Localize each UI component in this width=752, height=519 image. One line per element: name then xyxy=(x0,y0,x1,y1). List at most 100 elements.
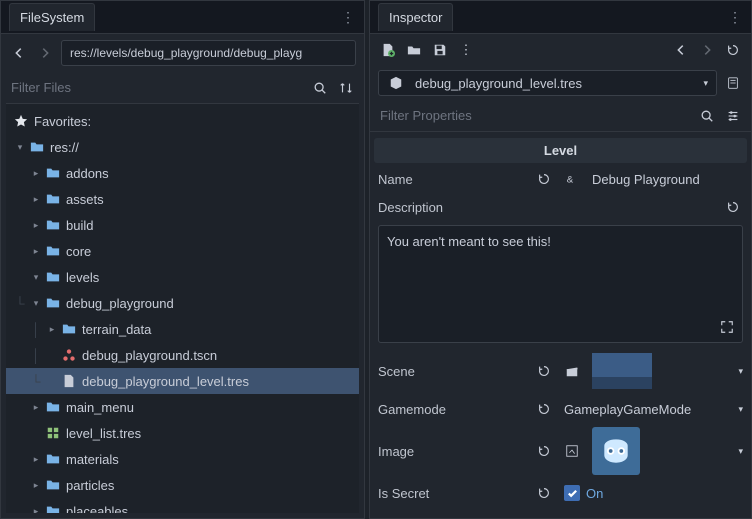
folder-label: assets xyxy=(66,192,104,207)
gamemode-value: GameplayGameMode xyxy=(564,402,691,417)
prop-label: Description xyxy=(378,200,534,215)
revert-icon[interactable] xyxy=(534,399,554,419)
chevron-down-icon[interactable]: ▾ xyxy=(12,142,28,153)
revert-icon[interactable] xyxy=(534,441,554,461)
history-forward-icon[interactable] xyxy=(697,40,717,60)
prop-description: Description xyxy=(370,193,751,221)
resource-name: debug_playground_level.tres xyxy=(415,76,582,91)
nav-forward-icon[interactable] xyxy=(35,43,55,63)
file-label: debug_playground.tscn xyxy=(82,348,217,363)
folder-icon xyxy=(44,478,62,492)
folder-label: build xyxy=(66,218,93,233)
resource-selector-row: debug_playground_level.tres ▾ xyxy=(370,66,751,100)
is-secret-value[interactable]: On xyxy=(564,485,743,501)
chevron-right-icon[interactable]: ▸ xyxy=(28,402,44,413)
image-dropdown[interactable]: ▾ xyxy=(592,427,743,475)
file-icon xyxy=(60,374,78,388)
file-level-list[interactable]: level_list.tres xyxy=(6,420,359,446)
folder-materials[interactable]: ▸ materials xyxy=(6,446,359,472)
edit-image-icon[interactable] xyxy=(562,441,582,461)
prop-name: Name & Debug Playground xyxy=(370,165,751,193)
chevron-down-icon[interactable]: ▾ xyxy=(28,298,44,309)
prop-image: Image ▾ xyxy=(370,423,751,479)
localize-icon[interactable]: & xyxy=(562,169,582,189)
section-header[interactable]: Level xyxy=(374,138,747,163)
folder-assets[interactable]: ▸ assets xyxy=(6,186,359,212)
docs-icon[interactable] xyxy=(723,73,743,93)
open-resource-icon[interactable] xyxy=(404,40,424,60)
search-icon[interactable] xyxy=(697,106,717,126)
checkbox-checked-icon[interactable] xyxy=(564,485,580,501)
expand-icon[interactable] xyxy=(720,320,734,334)
chevron-right-icon[interactable]: ▸ xyxy=(28,194,44,205)
prop-gamemode: Gamemode GameplayGameMode ▾ xyxy=(370,395,751,423)
description-text: You aren't meant to see this! xyxy=(387,234,551,249)
filter-properties-input[interactable] xyxy=(378,104,691,127)
inspector-tab[interactable]: Inspector xyxy=(378,3,453,31)
chevron-right-icon[interactable]: ▸ xyxy=(44,324,60,335)
resource-field[interactable]: debug_playground_level.tres ▾ xyxy=(378,70,717,96)
tree-root[interactable]: ▾ res:// xyxy=(6,134,359,160)
filesystem-header: FileSystem ⋮ xyxy=(1,1,364,34)
history-back-icon[interactable] xyxy=(671,40,691,60)
folder-icon xyxy=(44,504,62,513)
folder-label: debug_playground xyxy=(66,296,174,311)
chevron-down-icon: ▾ xyxy=(738,404,743,415)
settings-icon[interactable] xyxy=(723,106,743,126)
folder-terrain-data[interactable]: │▸ terrain_data xyxy=(6,316,359,342)
folder-addons[interactable]: ▸ addons xyxy=(6,160,359,186)
chevron-right-icon[interactable]: ▸ xyxy=(28,480,44,491)
revert-icon[interactable] xyxy=(534,361,554,381)
filter-files-input[interactable] xyxy=(9,76,304,99)
description-textarea[interactable]: You aren't meant to see this! xyxy=(378,225,743,343)
scene-icon xyxy=(60,348,78,362)
panel-menu-icon[interactable]: ⋮ xyxy=(728,9,743,26)
chevron-right-icon[interactable]: ▸ xyxy=(28,246,44,257)
revert-icon[interactable] xyxy=(534,169,554,189)
more-icon[interactable]: ⋮ xyxy=(456,40,476,60)
sort-icon[interactable] xyxy=(336,78,356,98)
inspector-header: Inspector ⋮ xyxy=(370,1,751,34)
nav-back-icon[interactable] xyxy=(9,43,29,63)
prop-is-secret: Is Secret On xyxy=(370,479,751,507)
folder-core[interactable]: ▸ core xyxy=(6,238,359,264)
gamemode-dropdown[interactable]: GameplayGameMode ▾ xyxy=(564,402,743,417)
folder-placeables[interactable]: ▸ placeables xyxy=(6,498,359,513)
save-icon[interactable] xyxy=(430,40,450,60)
folder-icon xyxy=(44,218,62,232)
revert-icon[interactable] xyxy=(723,197,743,217)
folder-particles[interactable]: ▸ particles xyxy=(6,472,359,498)
folder-debug-playground[interactable]: └▾ debug_playground xyxy=(6,290,359,316)
scene-dropdown[interactable]: ▾ xyxy=(592,353,743,389)
chevron-down-icon[interactable]: ▾ xyxy=(28,272,44,283)
panel-menu-icon[interactable]: ⋮ xyxy=(341,9,356,26)
folder-build[interactable]: ▸ build xyxy=(6,212,359,238)
chevron-down-icon: ▾ xyxy=(738,446,743,457)
resource-grid-icon xyxy=(44,426,62,440)
favorites-header[interactable]: Favorites: xyxy=(6,108,359,134)
new-resource-icon[interactable] xyxy=(378,40,398,60)
clapper-icon[interactable] xyxy=(562,361,582,381)
name-value[interactable]: Debug Playground xyxy=(592,172,743,187)
folder-levels[interactable]: ▾ levels xyxy=(6,264,359,290)
chevron-right-icon[interactable]: ▸ xyxy=(28,454,44,465)
file-label: debug_playground_level.tres xyxy=(82,374,249,389)
favorites-label: Favorites: xyxy=(34,114,91,129)
path-input[interactable] xyxy=(61,40,356,66)
chevron-right-icon[interactable]: ▸ xyxy=(28,168,44,179)
file-tscn[interactable]: │ debug_playground.tscn xyxy=(6,342,359,368)
image-thumbnail xyxy=(592,427,640,475)
revert-icon[interactable] xyxy=(534,483,554,503)
folder-main-menu[interactable]: ▸ main_menu xyxy=(6,394,359,420)
file-level-tres[interactable]: └ debug_playground_level.tres xyxy=(6,368,359,394)
star-icon xyxy=(12,114,30,128)
history-icon[interactable] xyxy=(723,40,743,60)
filesystem-tab[interactable]: FileSystem xyxy=(9,3,95,31)
folder-icon xyxy=(44,296,62,310)
folder-label: addons xyxy=(66,166,109,181)
chevron-right-icon[interactable]: ▸ xyxy=(28,506,44,514)
chevron-right-icon[interactable]: ▸ xyxy=(28,220,44,231)
inspector-toolbar: ⋮ xyxy=(370,34,751,66)
svg-text:&: & xyxy=(567,175,574,186)
search-icon[interactable] xyxy=(310,78,330,98)
